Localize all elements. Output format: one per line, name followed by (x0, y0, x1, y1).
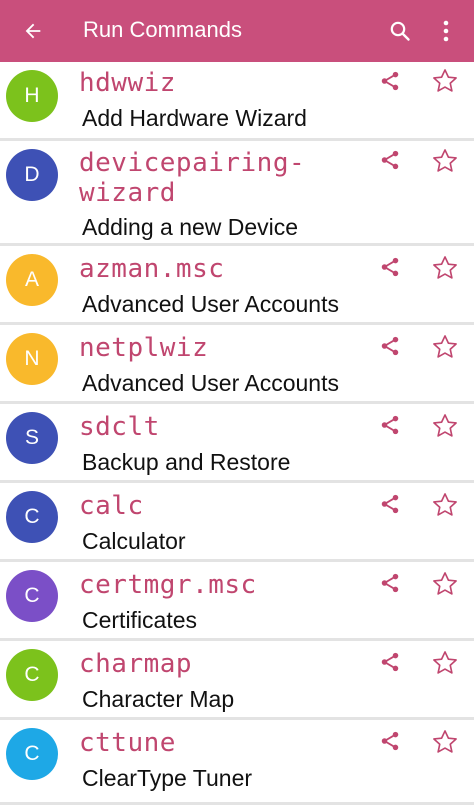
command-name-continued: wizard (79, 178, 176, 208)
list-item[interactable]: C calc Calculator (0, 483, 474, 562)
star-outline-icon[interactable] (431, 412, 459, 440)
command-name: devicepairing- (79, 148, 306, 178)
command-description: Advanced User Accounts (82, 291, 339, 317)
share-icon[interactable] (377, 333, 403, 359)
star-outline-icon[interactable] (431, 147, 459, 175)
command-name: cttune (79, 728, 176, 758)
star-outline-icon[interactable] (431, 254, 459, 282)
command-description: Calculator (82, 528, 186, 554)
command-description: Add Hardware Wizard (82, 105, 307, 131)
list-item[interactable]: N netplwiz Advanced User Accounts (0, 325, 474, 404)
avatar: D (6, 149, 58, 201)
share-icon[interactable] (377, 254, 403, 280)
star-outline-icon[interactable] (431, 570, 459, 598)
share-icon[interactable] (377, 649, 403, 675)
command-name: calc (79, 491, 144, 521)
avatar: H (6, 70, 58, 122)
share-icon[interactable] (377, 412, 403, 438)
command-description: Character Map (82, 686, 235, 712)
list-item[interactable]: D devicepairing- wizard Adding a new Dev… (0, 141, 474, 246)
command-description: Certificates (82, 607, 198, 633)
avatar: A (6, 254, 58, 306)
list-item[interactable]: C certmgr.msc Certificates (0, 562, 474, 641)
command-name: netplwiz (79, 333, 209, 363)
command-name: hdwwiz (79, 68, 176, 98)
command-description: ClearType Tuner (82, 765, 253, 791)
command-description: Backup and Restore (82, 449, 291, 475)
list-item[interactable]: S sdclt Backup and Restore (0, 404, 474, 483)
command-name: charmap (79, 649, 193, 679)
share-icon[interactable] (377, 68, 403, 94)
star-outline-icon[interactable] (431, 491, 459, 519)
avatar: C (6, 728, 58, 780)
star-outline-icon[interactable] (431, 67, 459, 95)
app-bar: Run Commands (0, 0, 474, 62)
star-outline-icon[interactable] (431, 649, 459, 677)
command-description: Advanced User Accounts (82, 370, 339, 396)
list-item[interactable]: C cttune ClearType Tuner (0, 720, 474, 805)
avatar: C (6, 570, 58, 622)
search-icon[interactable] (385, 16, 415, 46)
list-item[interactable]: C charmap Character Map (0, 641, 474, 720)
page-title: Run Commands (83, 17, 242, 42)
avatar: C (6, 491, 58, 543)
avatar: C (6, 649, 58, 701)
more-vertical-icon[interactable] (434, 16, 458, 46)
command-description: Adding a new Device (82, 214, 299, 240)
command-name: azman.msc (79, 254, 225, 284)
command-name: sdclt (79, 412, 160, 442)
star-outline-icon[interactable] (431, 728, 459, 756)
share-icon[interactable] (377, 570, 403, 596)
share-icon[interactable] (377, 728, 403, 754)
arrow-left-icon[interactable] (18, 16, 48, 46)
star-outline-icon[interactable] (431, 333, 459, 361)
list-item[interactable]: H hdwwiz Add Hardware Wizard (0, 62, 474, 141)
share-icon[interactable] (377, 491, 403, 517)
list-item[interactable]: A azman.msc Advanced User Accounts (0, 246, 474, 325)
share-icon[interactable] (377, 147, 403, 173)
avatar: N (6, 333, 58, 385)
avatar: S (6, 412, 58, 464)
command-name: certmgr.msc (79, 570, 257, 600)
